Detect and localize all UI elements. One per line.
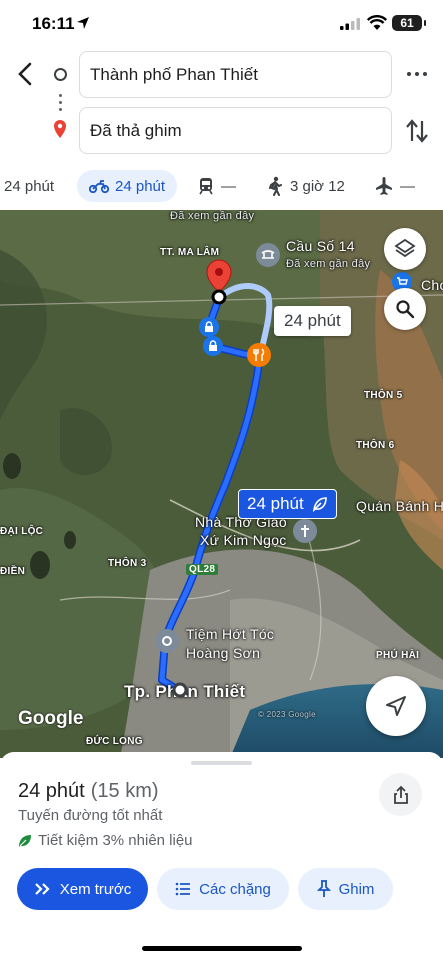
pin-label: Ghim bbox=[338, 880, 375, 898]
airplane-icon bbox=[376, 177, 392, 195]
transit-icon bbox=[199, 178, 213, 195]
map-label-quan-banh: Quán Bánh H bbox=[356, 498, 443, 514]
origin-circle-icon bbox=[54, 68, 67, 81]
route-summary: 24 phút (15 km) bbox=[18, 780, 159, 803]
battery-indicator: 61 bbox=[392, 15, 426, 31]
swap-direction-icon[interactable] bbox=[405, 118, 429, 144]
bridge-poi-icon[interactable] bbox=[256, 243, 280, 267]
route-dots-icon bbox=[59, 94, 63, 112]
highway-shield-ql28: QL28 bbox=[186, 564, 219, 575]
route-duration: 24 phút bbox=[18, 780, 85, 802]
mode-flight-label: — bbox=[400, 177, 415, 195]
status-bar: 16:11 61 bbox=[0, 0, 443, 48]
map-label-phu-hai: PHÚ HÀI bbox=[376, 650, 420, 661]
layers-icon bbox=[394, 238, 416, 258]
mode-motorbike-label: 24 phút bbox=[115, 177, 166, 195]
preview-button[interactable]: Xem trước bbox=[17, 868, 148, 910]
lodging-poi-icon-2[interactable] bbox=[203, 336, 223, 356]
main-route-time-badge[interactable]: 24 phút bbox=[238, 489, 337, 519]
best-route-label: Tuyến đường tốt nhất bbox=[18, 807, 163, 824]
map-label-dai-loc: ĐẠI LỘC bbox=[0, 526, 44, 537]
origin-marker-icon bbox=[172, 682, 188, 698]
preview-label: Xem trước bbox=[59, 880, 132, 898]
church-poi-icon[interactable] bbox=[293, 519, 317, 543]
walk-icon bbox=[269, 176, 282, 196]
cellular-signal-icon bbox=[340, 18, 360, 30]
locate-me-button[interactable] bbox=[366, 676, 426, 736]
map-label-thon6: THÔN 6 bbox=[356, 440, 395, 451]
steps-label: Các chặng bbox=[199, 880, 271, 898]
pushpin-icon bbox=[316, 880, 331, 897]
mode-car[interactable]: 24 phút bbox=[4, 170, 54, 202]
map-label-tiem-1: Tiệm Hớt Tóc bbox=[186, 626, 275, 642]
map-label-cau-so-14-sub: Đã xem gần đây bbox=[286, 258, 371, 270]
mode-walk[interactable]: 3 giờ 12 bbox=[266, 170, 345, 202]
layers-button[interactable] bbox=[384, 228, 426, 270]
search-along-route-button[interactable] bbox=[384, 288, 426, 330]
restaurant-poi-icon[interactable] bbox=[247, 343, 271, 367]
map-label-cho: Chợ bbox=[421, 277, 443, 293]
map-label-cau-so-14: Cầu Số 14 bbox=[286, 238, 355, 254]
map-label-viewed: Đã xem gần đây bbox=[170, 210, 255, 222]
navigation-arrow-icon bbox=[386, 696, 406, 716]
fuel-saving-text: Tiết kiệm 3% nhiên liệu bbox=[38, 832, 193, 849]
location-arrow-icon bbox=[77, 17, 89, 29]
mode-walk-label: 3 giờ 12 bbox=[290, 177, 345, 195]
pin-button[interactable]: Ghim bbox=[298, 868, 393, 910]
destination-field[interactable]: Đã thả ghim bbox=[79, 107, 392, 154]
share-icon bbox=[393, 785, 408, 804]
leaf-icon bbox=[19, 834, 31, 847]
status-time: 16:11 bbox=[32, 14, 75, 33]
double-chevron-icon bbox=[34, 883, 50, 895]
map-label-thon5: THÔN 5 bbox=[364, 390, 403, 401]
search-icon bbox=[396, 300, 415, 319]
steps-button[interactable]: Các chặng bbox=[157, 868, 289, 910]
alt-route-time-badge[interactable]: 24 phút bbox=[274, 306, 351, 336]
share-button[interactable] bbox=[379, 773, 422, 816]
main-route-time: 24 phút bbox=[247, 494, 304, 513]
destination-pin-icon bbox=[54, 120, 66, 138]
route-distance: (15 km) bbox=[90, 780, 159, 802]
map-label-duc-long: ĐỨC LONG bbox=[86, 736, 143, 747]
travel-mode-bar: 24 phút 24 phút — 3 giờ 12 — bbox=[0, 170, 443, 204]
map-view[interactable]: Đã xem gần đây TT. MA LÂM Cầu Số 14 Đã x… bbox=[0, 210, 443, 758]
mode-flight[interactable]: — bbox=[374, 170, 415, 202]
lodging-poi-icon[interactable] bbox=[199, 317, 219, 337]
fuel-saving: Tiết kiệm 3% nhiên liệu bbox=[18, 832, 193, 849]
barber-poi-icon[interactable] bbox=[155, 629, 179, 653]
map-label-nha-tho-2: Xứ Kim Ngọc bbox=[200, 532, 287, 548]
wifi-icon bbox=[367, 15, 387, 30]
more-options-icon[interactable] bbox=[405, 62, 429, 86]
dropped-pin-icon[interactable] bbox=[202, 258, 236, 306]
google-logo: Google bbox=[18, 708, 84, 729]
origin-field[interactable]: Thành phố Phan Thiết bbox=[79, 51, 392, 98]
back-arrow-icon[interactable] bbox=[12, 60, 40, 88]
mode-car-label: 24 phút bbox=[4, 177, 55, 195]
mode-motorbike[interactable]: 24 phút bbox=[77, 170, 178, 202]
motorbike-icon bbox=[89, 180, 109, 193]
eco-leaf-icon bbox=[312, 497, 327, 512]
map-copyright: © 2023 Google bbox=[258, 710, 316, 719]
mode-transit[interactable]: — bbox=[197, 170, 236, 202]
map-label-thon3: THÔN 3 bbox=[108, 558, 147, 569]
map-label-tiem-2: Hoàng Sơn bbox=[186, 645, 261, 661]
route-bottom-sheet: 24 phút (15 km) Tuyến đường tốt nhất Tiết… bbox=[0, 752, 443, 960]
map-label-dien: ĐIỀN bbox=[0, 566, 26, 577]
mode-transit-label: — bbox=[221, 177, 236, 195]
sheet-grabber[interactable] bbox=[191, 761, 252, 765]
list-icon bbox=[175, 882, 191, 896]
map-label-ma-lam: TT. MA LÂM bbox=[160, 247, 220, 258]
home-indicator[interactable] bbox=[142, 946, 302, 951]
